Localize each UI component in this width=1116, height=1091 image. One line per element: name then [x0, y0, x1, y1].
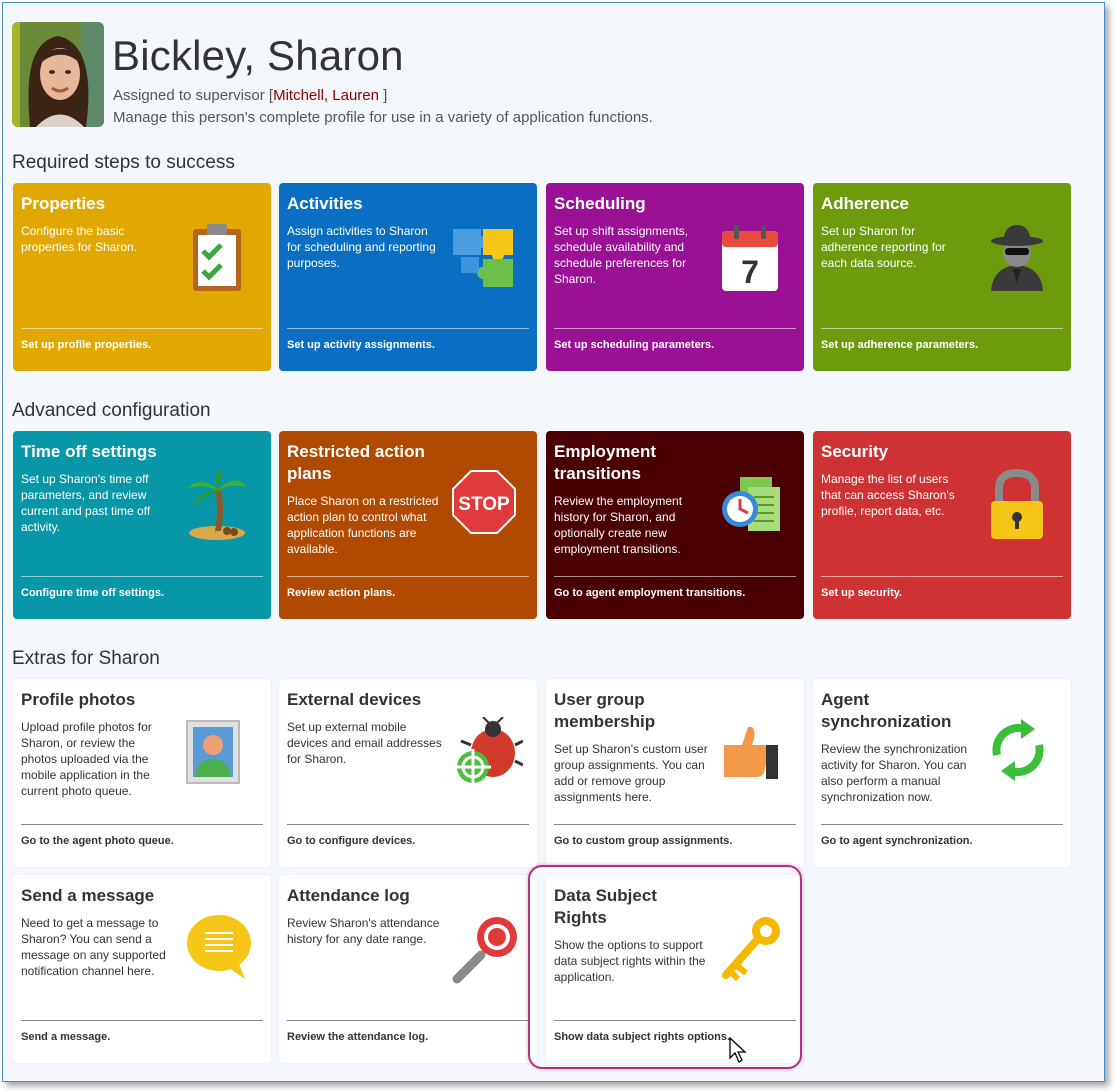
sync-arrows-icon — [985, 717, 1049, 789]
tile-adherence[interactable]: Adherence Set up Sharon for adherence re… — [813, 183, 1071, 371]
tile-external-devices[interactable]: External devices Set up external mobile … — [279, 679, 537, 867]
speech-bubble-icon — [185, 913, 251, 985]
tile-description: Review the employment history for Sharon… — [554, 494, 683, 556]
tile-title: Time off settings — [21, 442, 157, 461]
tile-description: Configure the basic properties for Sharo… — [21, 224, 138, 254]
tile-divider — [21, 328, 263, 329]
calendar-day: 7 — [741, 254, 759, 290]
tile-restricted-action-plans[interactable]: Restricted action plans Place Sharon on … — [279, 431, 537, 619]
tile-description: Set up shift assignments, schedule avail… — [554, 224, 689, 286]
tile-link[interactable]: Send a message. — [21, 1031, 110, 1043]
tile-link[interactable]: Set up profile properties. — [21, 339, 151, 351]
tile-security[interactable]: Security Manage the list of users that c… — [813, 431, 1071, 619]
tile-agent-synchronization[interactable]: Agent synchronization Review the synchro… — [813, 679, 1071, 867]
tile-description: Review the synchronization activity for … — [821, 742, 968, 804]
tile-description: Set up external mobile devices and email… — [287, 720, 442, 766]
supervisor-line: Assigned to supervisor [Mitchell, Lauren… — [113, 87, 387, 104]
tile-title: Properties — [21, 194, 106, 213]
tile-description: Assign activities to Sharon for scheduli… — [287, 224, 436, 270]
tile-title: Agent synchronization — [821, 690, 952, 731]
tile-link[interactable]: Review action plans. — [287, 587, 395, 599]
tile-link[interactable]: Go to custom group assignments. — [554, 835, 732, 847]
palm-tree-icon — [185, 469, 249, 541]
magnifier-icon — [451, 913, 517, 985]
tile-divider — [554, 328, 796, 329]
tile-title: Activities — [287, 194, 363, 213]
tile-link[interactable]: Go to the agent photo queue. — [21, 835, 174, 847]
section-advanced-title: Advanced configuration — [12, 400, 211, 421]
tile-attendance-log[interactable]: Attendance log Review Sharon's attendanc… — [279, 875, 537, 1063]
tile-link[interactable]: Set up scheduling parameters. — [554, 339, 714, 351]
tile-scheduling[interactable]: Scheduling Set up shift assignments, sch… — [546, 183, 804, 371]
highlight-outline — [528, 865, 802, 1069]
supervisor-link[interactable]: Mitchell, Lauren — [273, 87, 379, 104]
tile-link[interactable]: Configure time off settings. — [21, 587, 164, 599]
tile-description: Upload profile photos for Sharon, or rev… — [21, 720, 152, 798]
tile-divider — [821, 328, 1063, 329]
bug-target-icon — [451, 716, 524, 789]
tile-divider — [21, 576, 263, 577]
tile-divider — [287, 1020, 529, 1021]
section-extras-title: Extras for Sharon — [12, 648, 160, 669]
tile-description: Place Sharon on a restricted action plan… — [287, 494, 439, 556]
tile-title: Profile photos — [21, 690, 136, 709]
tile-description: Manage the list of users that can access… — [821, 472, 955, 518]
clock-document-icon — [718, 473, 782, 545]
tile-title: Scheduling — [554, 194, 646, 213]
tile-activities[interactable]: Activities Assign activities to Sharon f… — [279, 183, 537, 371]
tile-link[interactable]: Go to agent synchronization. — [821, 835, 973, 847]
tile-link[interactable]: Go to configure devices. — [287, 835, 415, 847]
spy-icon — [985, 221, 1049, 293]
profile-description: Manage this person's complete profile fo… — [113, 109, 653, 126]
tile-divider — [554, 576, 796, 577]
tile-link[interactable]: Set up activity assignments. — [287, 339, 435, 351]
tile-description: Review Sharon's attendance history for a… — [287, 916, 440, 946]
padlock-icon — [985, 468, 1049, 541]
tile-link[interactable]: Go to agent employment transitions. — [554, 587, 745, 599]
supervisor-bracket: ] — [378, 87, 388, 104]
tile-description: Set up Sharon for adherence reporting fo… — [821, 224, 946, 270]
tile-divider — [21, 824, 263, 825]
tile-description: Set up Sharon's custom user group assign… — [554, 742, 708, 804]
tile-title: Restricted action plans — [287, 442, 425, 483]
tile-divider — [287, 576, 529, 577]
tile-title: Security — [821, 442, 889, 461]
tile-divider — [21, 1020, 263, 1021]
tile-divider — [287, 824, 529, 825]
stop-sign-icon: STOP — [451, 469, 516, 541]
tile-divider — [287, 328, 529, 329]
tile-link[interactable]: Set up security. — [821, 587, 902, 599]
tile-description: Set up Sharon's time off parameters, and… — [21, 472, 151, 534]
tile-title: Send a message — [21, 886, 155, 905]
mouse-cursor-icon — [728, 1036, 748, 1064]
tile-title: Attendance log — [287, 886, 410, 905]
tile-time-off-settings[interactable]: Time off settings Set up Sharon's time o… — [13, 431, 271, 619]
clipboard-check-icon — [185, 221, 249, 293]
tile-description: Need to get a message to Sharon? You can… — [21, 916, 166, 978]
thumbs-up-icon — [718, 721, 782, 793]
tile-title: External devices — [287, 690, 422, 709]
avatar[interactable] — [12, 22, 104, 127]
tile-title: Adherence — [821, 194, 909, 213]
stop-sign-text: STOP — [458, 494, 510, 515]
tile-employment-transitions[interactable]: Employment transitions Review the employ… — [546, 431, 804, 619]
tile-divider — [821, 824, 1063, 825]
portrait-icon — [185, 719, 249, 791]
tile-divider — [554, 824, 796, 825]
tile-profile-photos[interactable]: Profile photos Upload profile photos for… — [13, 679, 271, 867]
tile-properties[interactable]: Properties Configure the basic propertie… — [13, 183, 271, 371]
section-required-title: Required steps to success — [12, 152, 235, 173]
tile-send-a-message[interactable]: Send a message Need to get a message to … — [13, 875, 271, 1063]
tile-user-group-membership[interactable]: User group membership Set up Sharon's cu… — [546, 679, 804, 867]
calendar-icon: 7 — [718, 223, 782, 295]
tile-title: Employment transitions — [554, 442, 657, 483]
page-title: Bickley, Sharon — [112, 32, 404, 79]
supervisor-label: Assigned to supervisor [ — [113, 87, 274, 104]
puzzle-icon — [451, 221, 515, 293]
tile-title: User group membership — [554, 690, 656, 731]
tile-link[interactable]: Review the attendance log. — [287, 1031, 428, 1043]
tile-link[interactable]: Set up adherence parameters. — [821, 339, 978, 351]
tile-divider — [821, 576, 1063, 577]
